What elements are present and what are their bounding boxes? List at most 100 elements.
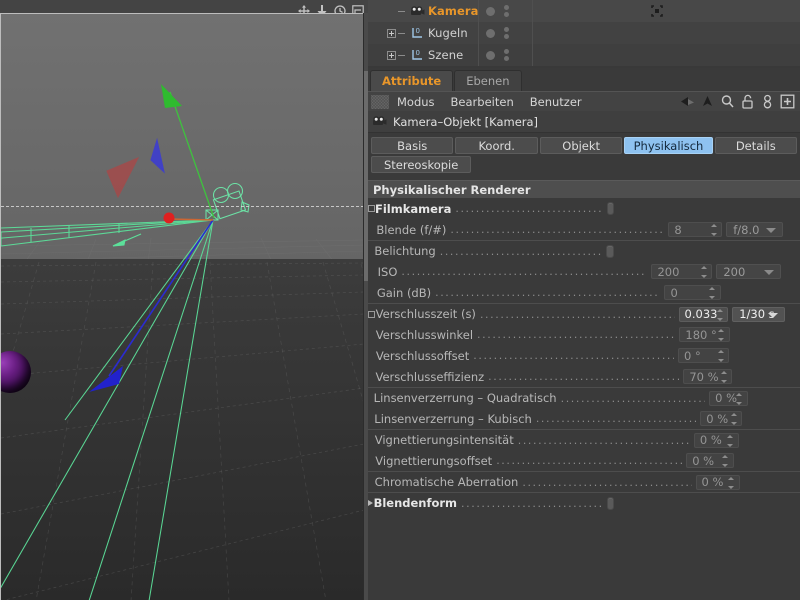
attribute-tab-group[interactable]: Basis Koord. Objekt Physikalisch Details… — [368, 133, 800, 178]
param-row-blendenform[interactable]: Blendenform.............................… — [368, 492, 800, 513]
param-value-field[interactable]: 0 % — [700, 411, 743, 426]
param-row-filmkamera[interactable]: Filmkamera..............................… — [368, 198, 800, 219]
render-visibility-dots[interactable] — [504, 5, 509, 17]
param-value-field[interactable]: 200 — [651, 264, 713, 279]
object-visibility-dots[interactable] — [478, 44, 533, 66]
tab-objekt[interactable]: Objekt — [539, 137, 623, 154]
param-value-field[interactable]: 8 — [668, 222, 723, 237]
object-row-szene[interactable]: 0 Szene — [368, 44, 800, 66]
viewport-panel[interactable] — [0, 0, 368, 600]
param-value-field[interactable]: 0.033 — [678, 306, 729, 322]
param-value-field[interactable]: 0 % — [709, 390, 748, 406]
param-checkbox[interactable] — [606, 244, 614, 258]
tab-details[interactable]: Details — [714, 137, 797, 154]
expand-plus-icon[interactable] — [387, 28, 396, 38]
param-spinner[interactable] — [709, 287, 716, 299]
param-row-verschlussoffset[interactable]: Verschlussoffset........................… — [368, 345, 800, 366]
render-dot-top[interactable] — [504, 5, 509, 10]
attribute-menubar[interactable]: Modus Bearbeiten Benutzer — [368, 91, 800, 111]
param-row-chromatische-aberration[interactable]: Chromatische Aberration.................… — [368, 471, 800, 492]
tab-koord[interactable]: Koord. — [455, 137, 538, 154]
render-visibility-dots[interactable] — [504, 49, 509, 61]
tab-stereoskopie[interactable]: Stereoskopie — [371, 156, 472, 173]
param-row-vignettierungsoffset[interactable]: Vignettierungsoffset....................… — [368, 450, 800, 471]
object-visibility-dots[interactable] — [478, 22, 533, 44]
param-value-field[interactable]: 0 % — [695, 474, 740, 490]
param-label: Blende (f/#) — [376, 222, 447, 237]
animate-track-icon[interactable] — [368, 205, 375, 212]
panel-tabstrip[interactable]: Attribute Ebenen — [368, 68, 800, 91]
chevron-down-icon[interactable] — [766, 228, 777, 233]
param-value-field[interactable]: 0 — [664, 285, 721, 300]
param-spinner[interactable] — [716, 308, 723, 321]
object-row-kugeln[interactable]: 0 Kugeln — [368, 22, 800, 44]
param-row-verschlusszeit-s[interactable]: Verschlusszeit (s)......................… — [368, 303, 800, 324]
render-dot-bottom[interactable] — [504, 12, 509, 17]
param-dropdown[interactable]: 1/30 s — [732, 306, 785, 322]
panel-grip-icon[interactable] — [371, 94, 389, 109]
param-value-field[interactable]: 0 ° — [678, 348, 730, 363]
param-spinner[interactable] — [720, 371, 727, 383]
object-row-kamera[interactable]: Kamera — [368, 0, 800, 22]
param-spinner[interactable] — [700, 266, 707, 278]
param-value-field[interactable]: 0 % — [693, 432, 739, 448]
link-icon[interactable] — [760, 94, 775, 109]
back-arrow-icon[interactable] — [680, 94, 695, 109]
viewport-3d-scene[interactable] — [0, 13, 363, 600]
param-row-linsenverzerrung-kubisch[interactable]: Linsenverzerrung – Kubisch..............… — [368, 408, 800, 429]
param-row-blende-f[interactable]: Blende (f/#)............................… — [368, 219, 800, 240]
tree-expand-szene[interactable] — [368, 50, 408, 60]
param-row-verschlusseffizienz[interactable]: Verschlusseffizienz.....................… — [368, 366, 800, 387]
param-spinner[interactable] — [710, 224, 717, 236]
param-row-iso[interactable]: ISO.....................................… — [368, 261, 800, 282]
chevron-down-icon[interactable] — [767, 312, 778, 318]
param-spinner[interactable] — [736, 392, 743, 405]
param-row-gain-db[interactable]: Gain (dB)...............................… — [368, 282, 800, 303]
editor-visibility-dot[interactable] — [486, 6, 495, 16]
param-dropdown[interactable]: 200 — [716, 264, 781, 279]
render-dot-bottom[interactable] — [504, 34, 509, 39]
render-visibility-dots[interactable] — [504, 27, 509, 39]
up-arrow-icon[interactable] — [700, 94, 715, 109]
param-value-text: 8 — [674, 222, 682, 237]
param-value-field[interactable]: 0 % — [686, 453, 734, 468]
param-dropdown[interactable]: f/8.0 — [726, 222, 784, 237]
param-checkbox[interactable] — [606, 202, 614, 215]
tab-ebenen[interactable]: Ebenen — [454, 70, 522, 91]
object-manager[interactable]: Kamera 0 Kugeln 0 Szene — [368, 0, 800, 68]
render-dot-bottom[interactable] — [504, 56, 509, 61]
add-panel-icon[interactable] — [780, 94, 795, 109]
param-spinner[interactable] — [727, 434, 734, 447]
tab-attribute[interactable]: Attribute — [370, 70, 454, 91]
editor-visibility-dot[interactable] — [486, 50, 495, 60]
menu-benutzer[interactable]: Benutzer — [522, 95, 590, 109]
chevron-down-icon[interactable] — [763, 270, 774, 275]
search-icon[interactable] — [720, 94, 735, 109]
render-dot-top[interactable] — [504, 49, 509, 54]
editor-visibility-dot[interactable] — [486, 28, 495, 38]
camera-tag-icon[interactable] — [651, 5, 663, 17]
param-spinner[interactable] — [718, 329, 725, 341]
param-value-field[interactable]: 70 % — [683, 369, 733, 384]
param-spinner[interactable] — [717, 350, 724, 362]
lock-open-icon[interactable] — [740, 94, 755, 109]
render-dot-top[interactable] — [504, 27, 509, 32]
param-dot-leader: ........................................… — [477, 328, 676, 341]
param-row-linsenverzerrung-quadratisch[interactable]: Linsenverzerrung – Quadratisch..........… — [368, 387, 800, 408]
param-spinner[interactable] — [728, 476, 735, 489]
param-value-field[interactable]: 180 ° — [679, 327, 730, 342]
menu-modus[interactable]: Modus — [389, 95, 443, 109]
tree-expand-kugeln[interactable] — [368, 28, 408, 38]
param-row-vignettierungsintensitat[interactable]: Vignettierungsintensität................… — [368, 429, 800, 450]
tab-basis[interactable]: Basis — [371, 137, 454, 154]
param-spinner[interactable] — [730, 413, 737, 425]
param-row-verschlusswinkel[interactable]: Verschlusswinkel........................… — [368, 324, 800, 345]
expand-plus-icon[interactable] — [387, 50, 396, 60]
param-row-belichtung[interactable]: Belichtung..............................… — [368, 240, 800, 261]
param-spinner[interactable] — [722, 455, 729, 467]
object-visibility-dots[interactable] — [478, 0, 663, 22]
menu-bearbeiten[interactable]: Bearbeiten — [443, 95, 522, 109]
tab-physikalisch[interactable]: Physikalisch — [624, 137, 713, 154]
animate-track-icon[interactable] — [368, 310, 376, 318]
param-checkbox[interactable] — [606, 496, 614, 510]
